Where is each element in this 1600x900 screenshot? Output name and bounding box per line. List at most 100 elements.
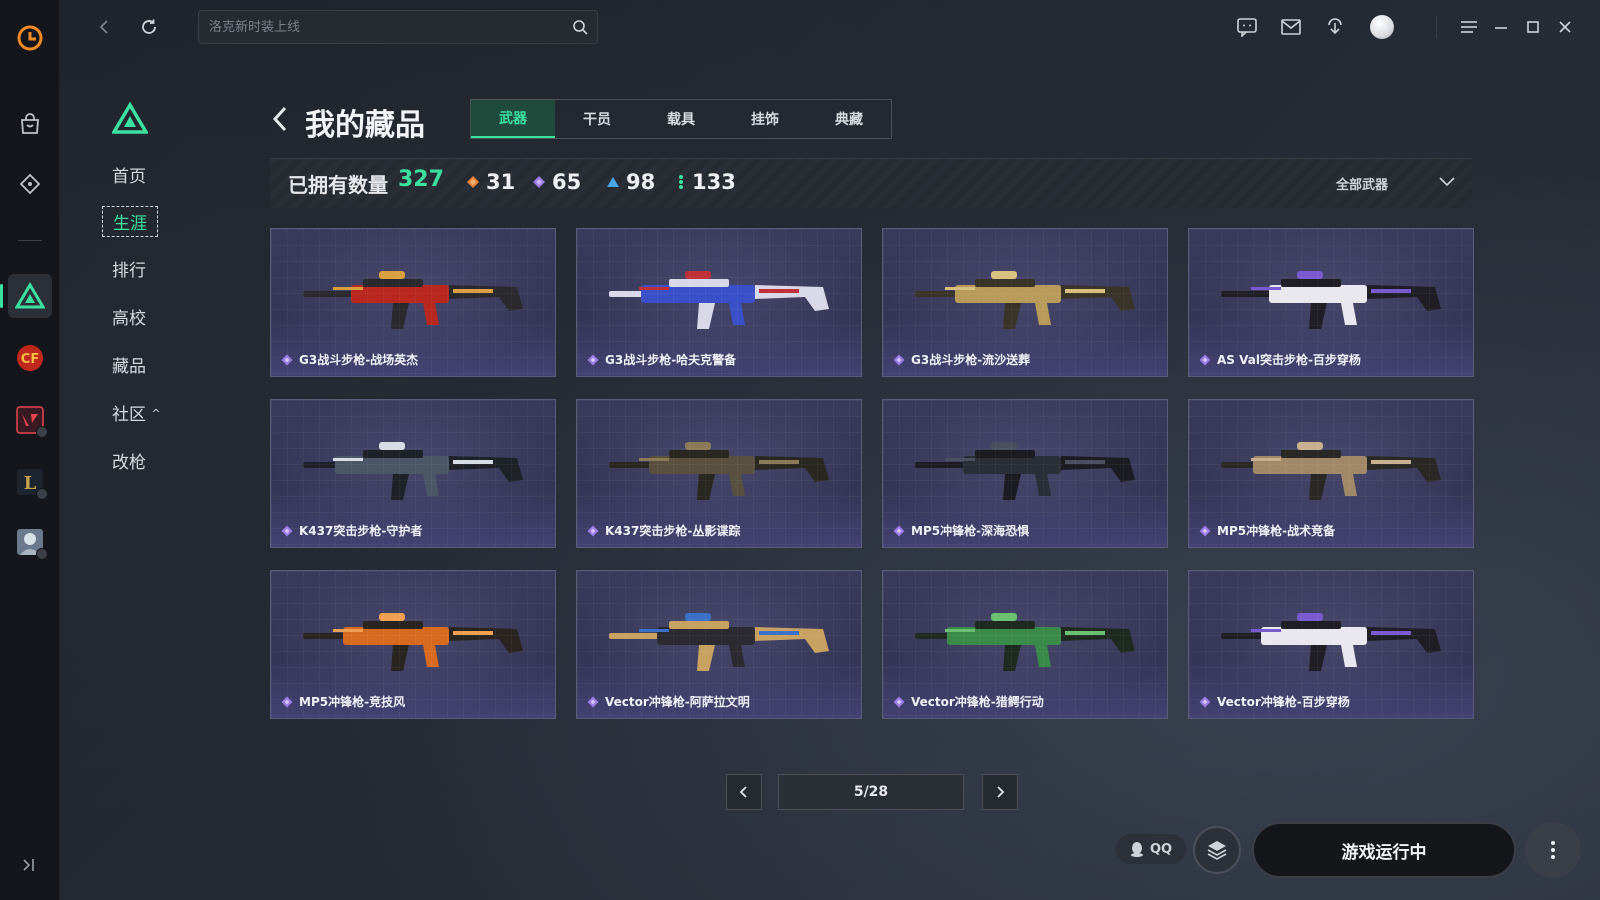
weapon-image — [609, 442, 829, 500]
cf-game-icon[interactable]: CF — [8, 336, 52, 380]
weapon-name: MP5冲锋枪-竞技风 — [299, 695, 406, 709]
weapon-card[interactable]: Vector冲锋枪-百步穿杨 — [1188, 570, 1474, 719]
chevron-down-icon[interactable] — [1438, 174, 1456, 193]
store-bag-icon[interactable] — [8, 102, 52, 146]
valorant-game-icon[interactable] — [8, 398, 52, 442]
game-avatar-icon[interactable] — [8, 520, 52, 564]
nav-item-gunsmith[interactable]: 改枪 — [112, 448, 146, 473]
weapon-card-title: G3战斗步枪-流沙送葬 — [893, 351, 1030, 368]
weapon-image — [609, 271, 829, 329]
layers-button[interactable] — [1193, 826, 1241, 874]
delta-game-icon[interactable] — [0, 274, 52, 318]
weapon-name: AS Val突击步枪-百步穿杨 — [1217, 353, 1361, 367]
weapon-filter-select[interactable]: 全部武器 — [1336, 174, 1388, 193]
owned-label: 已拥有数量 — [288, 173, 388, 197]
layers-icon — [1207, 841, 1227, 860]
weapon-card-title: MP5冲锋枪-竞技风 — [281, 693, 405, 710]
close-icon[interactable] — [1552, 14, 1578, 40]
weapon-card-title: G3战斗步枪-战场英杰 — [281, 351, 418, 368]
purple-gem-icon — [1199, 525, 1211, 536]
weapon-name: Vector冲锋枪-阿萨拉文明 — [605, 695, 750, 709]
weapon-card[interactable]: Vector冲锋枪-阿萨拉文明 — [576, 570, 862, 719]
nav-item-ranking[interactable]: 排行 — [112, 256, 146, 281]
more-vertical-icon — [1551, 841, 1555, 859]
nav-item-community[interactable]: 社区 ^ — [112, 400, 161, 425]
weapon-name: MP5冲锋枪-战术竞备 — [1217, 524, 1336, 538]
tab-charms[interactable]: 挂饰 — [723, 100, 807, 138]
weapon-card[interactable]: G3战斗步枪-战场英杰 — [270, 228, 556, 377]
weapon-card[interactable]: G3战斗步枪-哈夫克警备 — [576, 228, 862, 377]
menu-icon[interactable] — [1456, 14, 1482, 40]
search-box — [198, 10, 598, 44]
tag-icon[interactable] — [8, 162, 52, 206]
rarity-purple-value: 65 — [552, 170, 582, 194]
purple-gem-icon — [1199, 696, 1211, 707]
category-tabs: 武器 干员 载具 挂饰 典藏 — [470, 99, 892, 139]
weapon-card[interactable]: AS Val突击步枪-百步穿杨 — [1188, 228, 1474, 377]
chat-icon[interactable] — [1234, 14, 1260, 40]
weapon-image — [1221, 442, 1441, 500]
purple-gem-icon — [893, 354, 905, 365]
weapon-card-title: Vector冲锋枪-百步穿杨 — [1199, 693, 1350, 710]
download-badge-icon — [36, 548, 48, 560]
chevron-right-icon — [997, 786, 1005, 798]
more-options-button[interactable] — [1525, 822, 1581, 878]
nav-item-home[interactable]: 首页 — [112, 162, 146, 187]
weapon-card[interactable]: MP5冲锋枪-竞技风 — [270, 570, 556, 719]
weapon-card[interactable]: MP5冲锋枪-战术竞备 — [1188, 399, 1474, 548]
delta-logo-icon — [110, 101, 150, 138]
weapon-card[interactable]: K437突击步枪-丛影谍踪 — [576, 399, 862, 548]
game-running-button[interactable]: 游戏运行中 — [1252, 822, 1516, 878]
orange-gem-icon — [467, 176, 479, 188]
prev-page-button[interactable] — [726, 774, 762, 810]
weapon-card-title: MP5冲锋枪-战术竞备 — [1199, 522, 1335, 539]
app-logo-icon[interactable] — [8, 16, 52, 60]
qq-login-button[interactable]: QQ — [1116, 834, 1186, 864]
tab-operators[interactable]: 干员 — [555, 100, 639, 138]
purple-gem-icon — [281, 525, 293, 536]
download-badge-icon — [36, 426, 48, 438]
rarity-green-value: 133 — [692, 170, 736, 194]
tab-legendary[interactable]: 典藏 — [807, 100, 891, 138]
search-icon[interactable] — [572, 19, 588, 39]
purple-gem-icon — [533, 176, 545, 188]
mail-icon[interactable] — [1278, 14, 1304, 40]
nav-item-collection[interactable]: 藏品 — [112, 352, 146, 377]
weapon-name: Vector冲锋枪-百步穿杨 — [1217, 695, 1350, 709]
download-icon[interactable] — [1322, 14, 1348, 40]
minimize-icon[interactable] — [1488, 14, 1514, 40]
tab-weapons[interactable]: 武器 — [471, 100, 555, 138]
chevron-left-icon — [739, 786, 747, 798]
weapon-name: MP5冲锋枪-深海恐惧 — [911, 524, 1030, 538]
app-rail: CF L — [0, 0, 60, 900]
tab-vehicles[interactable]: 载具 — [639, 100, 723, 138]
weapon-image — [915, 271, 1135, 329]
purple-gem-icon — [893, 525, 905, 536]
purple-gem-icon — [281, 354, 293, 365]
game-nav: 首页 生涯 排行 高校 藏品 社区 ^ 改枪 — [60, 54, 184, 900]
search-input[interactable] — [209, 11, 559, 43]
weapon-name: G3战斗步枪-流沙送葬 — [911, 353, 1031, 367]
maximize-icon[interactable] — [1520, 14, 1546, 40]
weapon-name: G3战斗步枪-哈夫克警备 — [605, 353, 737, 367]
collapse-sidebar-icon[interactable] — [20, 856, 38, 878]
avatar[interactable] — [1370, 15, 1394, 39]
page-indicator: 5/28 — [778, 774, 964, 810]
weapon-card[interactable]: G3战斗步枪-流沙送葬 — [882, 228, 1168, 377]
nav-item-college[interactable]: 高校 — [112, 304, 146, 329]
weapon-card-title: K437突击步枪-守护者 — [281, 522, 422, 539]
weapon-card[interactable]: Vector冲锋枪-猎鳄行动 — [882, 570, 1168, 719]
weapon-card-title: AS Val突击步枪-百步穿杨 — [1199, 351, 1361, 368]
refresh-icon[interactable] — [136, 14, 162, 40]
lol-game-icon[interactable]: L — [8, 460, 52, 504]
weapon-card[interactable]: K437突击步枪-守护者 — [270, 399, 556, 548]
back-nav-icon[interactable] — [92, 14, 118, 40]
topbar-divider — [1436, 16, 1437, 38]
purple-gem-icon — [587, 696, 599, 707]
next-page-button[interactable] — [982, 774, 1018, 810]
nav-item-career[interactable]: 生涯 — [102, 206, 158, 237]
weapon-card[interactable]: MP5冲锋枪-深海恐惧 — [882, 399, 1168, 548]
svg-text:CF: CF — [21, 352, 39, 367]
page-title: 我的藏品 — [305, 108, 425, 143]
back-arrow-icon[interactable] — [270, 104, 290, 138]
